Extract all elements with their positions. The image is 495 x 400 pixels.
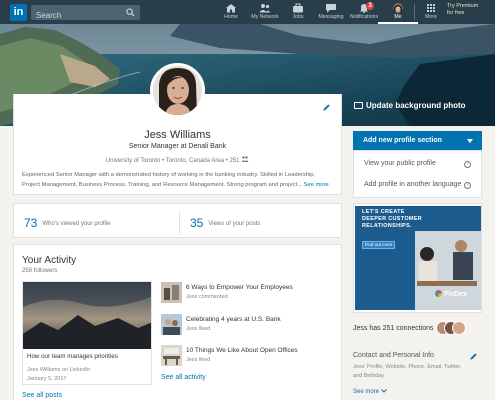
camera-icon: [354, 102, 363, 109]
advertisement[interactable]: LET'S CREATE DEEPER CUSTOMER RELATIONSHI…: [355, 206, 481, 310]
mountain-sunset-image: [23, 282, 151, 349]
chevron-down-icon: [467, 139, 473, 143]
profile-links-card: View your public profile ? Add profile i…: [353, 150, 482, 198]
activity-thumbnail: [161, 345, 182, 366]
profile-headline: Senior Manager at Denali Bank: [128, 143, 227, 150]
search-icon[interactable]: [126, 8, 135, 17]
premium-line-1: Try Premium: [447, 3, 479, 9]
edit-contact-pencil-icon[interactable]: [469, 352, 478, 361]
post-views-stat[interactable]: 35 Views of your posts: [190, 216, 260, 230]
help-icon[interactable]: ?: [464, 182, 471, 189]
activity-item-sub: Jess liked: [186, 326, 211, 332]
summary-text: Experienced Senior Manager with a demons…: [22, 172, 316, 188]
profile-photo[interactable]: [150, 63, 205, 118]
notification-badge: 3: [366, 2, 374, 10]
update-background-button[interactable]: Update background photo: [354, 101, 466, 110]
messaging-icon: [326, 4, 336, 13]
ad-headline: LET'S CREATE DEEPER CUSTOMER RELATIONSHI…: [362, 209, 422, 230]
stats-divider: [179, 211, 180, 235]
post-date: January 5, 2017: [27, 376, 67, 382]
connections-count-link[interactable]: Jess has 251 connections: [353, 325, 434, 332]
premium-line-2: for free: [447, 10, 465, 16]
nav-more[interactable]: More: [411, 1, 451, 24]
post-source: Jess Williams on LinkedIn January 5, 201…: [27, 366, 90, 384]
briefcase-icon: [293, 3, 303, 13]
post-author: Jess Williams on LinkedIn: [27, 367, 91, 373]
try-premium-link[interactable]: Try Premium for free: [447, 3, 491, 17]
contact-see-more-link[interactable]: See more: [353, 389, 387, 395]
profile-location: University of Toronto • Toronto, Canada …: [105, 158, 240, 164]
post-views-count: 35: [190, 216, 204, 230]
activity-item-title: 6 Ways to Empower Your Employees: [186, 284, 293, 291]
chevron-down-icon: [380, 389, 387, 393]
activity-item-title: 10 Things We Like About Open Offices: [186, 347, 298, 354]
ad-brand-name: FixDex: [444, 291, 467, 298]
post-views-label: Views of your posts: [208, 221, 261, 227]
activity-thumbnail: [161, 314, 182, 335]
activity-item-sub: Jess commented: [186, 294, 228, 300]
activity-item[interactable]: 10 Things We Like About Open Offices Jes…: [161, 345, 331, 371]
network-icon: [259, 4, 271, 13]
profile-summary: Experienced Senior Manager with a demons…: [22, 170, 334, 190]
ad-headline-line: DEEPER CUSTOMER: [362, 216, 423, 222]
profile-stats-card: 73 Who's viewed your profile 35 Views of y…: [13, 203, 342, 238]
view-public-profile-link[interactable]: View your public profile: [364, 160, 436, 167]
contact-info-summary: Jess' Profile, Website, Phone, Email, Tw…: [353, 364, 462, 379]
activity-item[interactable]: Celebrating 4 years at U.S. Bank Jess li…: [161, 314, 331, 340]
profile-meta: University of Toronto • Toronto, Canada …: [13, 156, 342, 164]
home-icon: [226, 4, 236, 13]
activity-item-sub: Jess liked: [186, 357, 211, 363]
avatar-icon: [393, 3, 403, 13]
linkedin-logo[interactable]: in: [10, 4, 27, 21]
search-box[interactable]: [31, 5, 140, 23]
help-icon[interactable]: ?: [464, 161, 471, 168]
see-all-posts-link[interactable]: See all posts: [22, 392, 62, 399]
add-section-label: Add new profile section: [363, 137, 442, 144]
add-profile-section-button[interactable]: Add new profile section: [353, 131, 482, 150]
summary-see-more-link[interactable]: See more: [304, 182, 329, 188]
post-image[interactable]: [22, 281, 152, 349]
profile-viewers-stat[interactable]: 73 Who's viewed your profile: [24, 216, 111, 230]
search-input[interactable]: [31, 8, 116, 23]
post-title[interactable]: How our team manages priorities: [27, 353, 118, 360]
activity-item[interactable]: 6 Ways to Empower Your Employees Jess co…: [161, 282, 331, 308]
followers-count[interactable]: 259 followers: [22, 268, 57, 274]
contact-see-more-label: See more: [353, 389, 380, 395]
profile-name: Jess Williams: [144, 129, 211, 141]
ad-headline-line: LET'S CREATE: [362, 209, 405, 215]
profile-viewers-label: Who's viewed your profile: [42, 221, 111, 227]
activity-title: Your Activity: [22, 255, 77, 266]
contact-info-title: Contact and Personal Info: [353, 352, 434, 359]
add-language-profile-link[interactable]: Add profile in another language: [364, 181, 461, 188]
update-background-label: Update background photo: [366, 101, 466, 110]
edit-intro-pencil-icon[interactable]: [322, 103, 331, 112]
connections-icon[interactable]: [241, 156, 249, 162]
see-all-activity-link[interactable]: See all activity: [161, 374, 206, 381]
avatar: [452, 321, 466, 335]
brand-logo-icon: [435, 290, 442, 297]
activity-thumbnail: [161, 282, 182, 303]
activity-item-title: Celebrating 4 years at U.S. Bank: [186, 316, 281, 323]
top-nav: in Home My Network Jobs Messaging 3 Noti…: [0, 0, 495, 24]
ad-brand: FixDex: [435, 290, 467, 298]
portrait-image: [153, 66, 202, 115]
ad-cta-button[interactable]: Find out more: [362, 241, 395, 249]
grid-icon: [427, 4, 435, 12]
nav-more-label: More: [425, 14, 437, 20]
connection-avatars[interactable]: [436, 321, 466, 337]
profile-viewers-count: 73: [24, 216, 38, 230]
ad-headline-line: RELATIONSHIPS.: [362, 223, 412, 229]
